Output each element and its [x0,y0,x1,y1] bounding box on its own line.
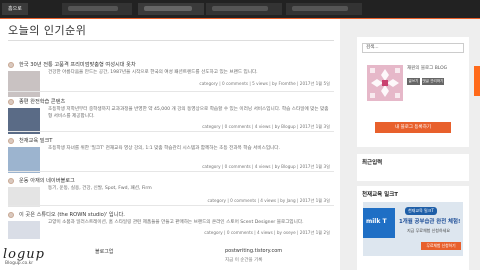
sidebar-recent-box: 최근입력 [357,154,469,181]
post-title[interactable]: 이 곳은 스튜디오 (the ROWN studio)' 입니다. [19,211,125,218]
post-meta: category | 0 comments | 4 views | by Blo… [202,164,330,169]
nav-tab-4[interactable] [206,3,282,15]
ad-subtext: 지금 무료체험 신청하세요 [407,228,451,233]
nav-tab-2[interactable] [62,3,132,15]
post-thumbnail[interactable] [8,147,40,173]
nav-tab-5[interactable] [286,3,362,15]
ad-banner[interactable]: milk T 천재교육 밀크T 1개월 공부습관 완전 체험! 지금 무료체험 … [363,202,463,256]
register-blog-button[interactable]: 내 블로그 등록하기 [375,122,451,133]
post-divider [8,131,334,132]
post-thumbnail[interactable] [8,71,40,97]
nav-tab-3[interactable] [138,3,204,15]
post-item[interactable]: 한국 30년 전통 고품격 프리미엄맞춤형 여성시대 옷차 건강한 아름다움을 … [8,61,334,97]
ad-brand: milk T [366,218,387,225]
footer-col-title[interactable]: postwriting.tistory.com [225,248,282,254]
blog-name[interactable]: 재원의 블로그 BLOG [407,65,447,71]
sidebar-ad-box: 천재교육 밀크T milk T 천재교육 밀크T 1개월 공부습관 완전 체험!… [357,186,469,270]
post-title[interactable]: 운동 아재의 네이버블로그 [19,177,75,184]
ad-headline: 1개월 공부습관 완전 체험! [399,219,461,225]
manage-comments-button[interactable]: 댓글 관리하기 [422,78,444,85]
title-divider [8,40,334,41]
post-excerpt: 초등학생 자녀를 위한 '밀크T' 천재교육 영상 강의, 1:1 맞춤 학습관… [48,146,280,151]
post-excerpt: 고양이 소품과 일러스트레이션, 홈 스타일링 관련 제품들을 만들고 판매하는… [48,220,304,225]
recent-heading: 최근입력 [362,160,383,166]
post-thumbnail[interactable] [8,221,40,239]
rank-bullet [8,99,14,105]
sidebar-profile-box: 검색... 재원의 블로그 BLOG 글쓰기 댓글 관리하기 내 블로그 등록하… [357,37,469,147]
post-thumbnail[interactable] [8,187,40,207]
site-logo-sub: Blogup.co.kr [5,261,34,266]
page-title: 오늘의 인기순위 [8,24,87,37]
post-item[interactable]: 천재교육 밀크T 초등학생 자녀를 위한 '밀크T' 천재교육 영상 강의, 1… [8,137,334,173]
post-meta: category | 0 comments | 5 views | by Fro… [199,81,330,86]
sidebar: 검색... 재원의 블로그 BLOG 글쓰기 댓글 관리하기 내 블로그 등록하… [357,19,469,270]
rank-bullet [8,212,14,218]
post-title[interactable]: 천재교육 밀크T [19,137,52,144]
ad-heading: 천재교육 밀크T [362,192,399,198]
footer-col-sub: 지금 이 순간을 기록 [225,258,263,263]
post-title[interactable]: 종편 완전학습 콘텐츠 [19,98,65,105]
post-divider [8,171,334,172]
post-meta: category | 0 comments | 4 views | by Jan… [207,198,330,203]
post-item[interactable]: 종편 완전학습 콘텐츠 초등학생 저학년부터 중학생까지 교과과정을 반영한 약… [8,98,334,134]
post-excerpt: 동기, 운동, 실용, 건강, 신발, Spot, Fwd, 패션, Firm [48,186,152,191]
post-item[interactable]: 이 곳은 스튜디오 (the ROWN studio)' 입니다. 고양이 소품… [8,211,334,243]
post-divider [8,205,334,206]
footer-col-title[interactable]: 블로그업 [95,249,113,255]
footer-col-blogup[interactable]: 블로그업 [95,248,113,255]
post-title[interactable]: 한국 30년 전통 고품격 프리미엄맞춤형 여성시대 옷차 [19,61,136,68]
post-divider [8,91,334,92]
rank-bullet [8,178,14,184]
scroll-to-top-tab[interactable] [474,66,480,96]
post-excerpt: 건강한 아름다움을 만드는 공간, 1987년을 시작으로 한국의 여성 패션트… [48,70,258,75]
avatar-pattern-icon [367,65,403,101]
rank-bullet [8,62,14,68]
rank-bullet [8,138,14,144]
top-navigation: 홈으로 [0,0,480,18]
post-excerpt: 초등학생 저학년부터 중학생까지 교과과정을 반영한 약 45,000 개 강의… [48,107,329,119]
post-item[interactable]: 운동 아재의 네이버블로그 동기, 운동, 실용, 건강, 신발, Spot, … [8,177,334,207]
ad-brand-box: milk T [363,208,395,238]
ad-badge: 천재교육 밀크T [405,207,437,215]
post-meta: category | 0 comments | 4 views | by Blo… [202,124,330,129]
avatar[interactable] [367,65,403,101]
search-input[interactable]: 검색... [362,43,464,53]
site-logo[interactable]: logup [3,247,45,262]
footer-col-postwriting[interactable]: postwriting.tistory.com 지금 이 순간을 기록 [225,248,282,263]
write-post-button[interactable]: 글쓰기 [407,78,420,85]
footer [0,243,340,270]
nav-home-tab[interactable]: 홈으로 [2,3,28,15]
ad-cta-button[interactable]: 무료체험 신청하기 [421,242,461,250]
post-meta: category | 0 comments | 4 views | by ose… [204,230,330,235]
